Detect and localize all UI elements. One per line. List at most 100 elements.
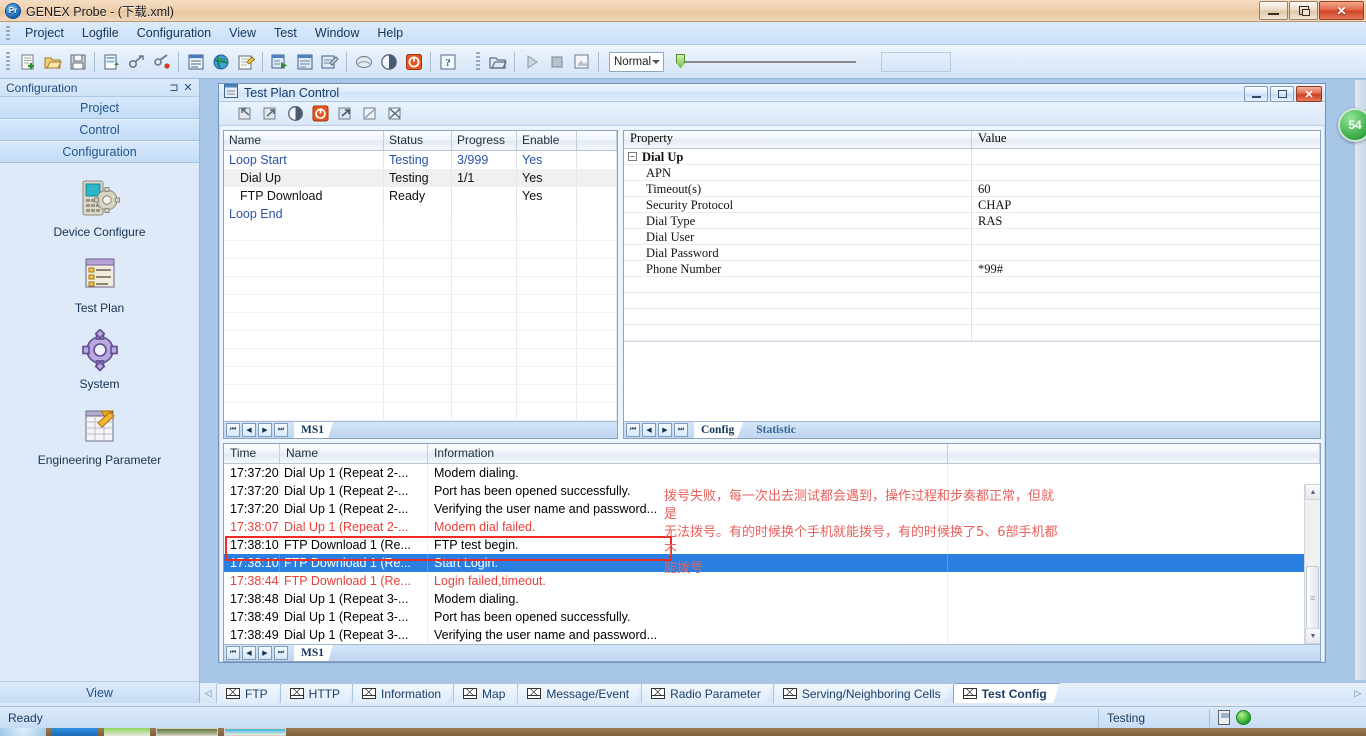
property-row[interactable]: Timeout(s) 60 (624, 181, 1320, 197)
menu-item-test[interactable]: Test (265, 23, 306, 43)
menu-item-logfile[interactable]: Logfile (73, 23, 128, 43)
stop-record-icon[interactable] (402, 50, 425, 73)
table-row[interactable]: 17:38:49 Dial Up 1 (Repeat 3-... Port ha… (224, 608, 1320, 626)
property-row[interactable]: Dial Password (624, 245, 1320, 261)
help-icon[interactable]: ? (436, 50, 459, 73)
sidebar-tab-project[interactable]: Project (0, 97, 199, 119)
nav-prev-button[interactable]: ◀ (642, 423, 656, 437)
table-row[interactable]: Loop End (224, 205, 617, 223)
tab-scroll-left-icon[interactable]: ◁ (200, 683, 216, 703)
minimize-button[interactable] (1259, 1, 1288, 20)
sidebar-tab-control[interactable]: Control (0, 119, 199, 141)
run-plan-icon[interactable] (284, 102, 307, 125)
property-value[interactable] (972, 229, 1320, 244)
tab-config[interactable]: Config (694, 422, 744, 438)
property-value[interactable]: *99# (972, 261, 1320, 276)
playback-time-field[interactable] (881, 51, 951, 72)
child-minimize-button[interactable] (1244, 86, 1268, 102)
log-grid-tab-ms1[interactable]: MS1 (294, 645, 333, 661)
property-value[interactable]: 60 (972, 181, 1320, 196)
play-icon[interactable] (520, 50, 543, 73)
open-log-icon[interactable] (486, 50, 509, 73)
scroll-up-arrow-icon[interactable]: ▲ (1305, 484, 1320, 500)
close-icon[interactable]: ✕ (181, 81, 195, 95)
scrollbar-thumb[interactable] (1306, 566, 1319, 636)
table-view-icon[interactable] (184, 50, 207, 73)
toolbar-grip-handle[interactable] (6, 51, 10, 72)
restore-button[interactable] (1289, 1, 1318, 20)
sidebar-item-device-configure[interactable]: Device Configure (0, 177, 199, 239)
nav-first-button[interactable]: ⏮ (226, 646, 240, 660)
property-row[interactable]: APN (624, 165, 1320, 181)
start-test-icon[interactable] (268, 50, 291, 73)
log-grid-body[interactable]: 17:37:20 Dial Up 1 (Repeat 2-... Modem d… (224, 464, 1320, 644)
nav-last-button[interactable]: ⏭ (274, 423, 288, 437)
menu-item-help[interactable]: Help (368, 23, 412, 43)
nav-first-button[interactable]: ⏮ (226, 423, 240, 437)
table-row[interactable]: 17:38:49 Dial Up 1 (Repeat 3-... Verifyi… (224, 626, 1320, 644)
close-button[interactable]: ✕ (1319, 1, 1364, 20)
taskbar-item[interactable] (52, 728, 98, 736)
column-header-name[interactable]: Name (224, 131, 384, 150)
sidebar-item-engineering-parameter[interactable]: Engineering Parameter (0, 405, 199, 467)
edit-plan-icon[interactable] (234, 50, 257, 73)
property-row[interactable]: Dial Type RAS (624, 213, 1320, 229)
globe-map-icon[interactable] (209, 50, 232, 73)
menu-item-configuration[interactable]: Configuration (128, 23, 220, 43)
property-row[interactable]: Phone Number *99# (624, 261, 1320, 277)
tab-statistic[interactable]: Statistic (749, 422, 805, 438)
menu-item-project[interactable]: Project (16, 23, 73, 43)
nav-prev-button[interactable]: ◀ (242, 646, 256, 660)
column-header-time[interactable]: Time (224, 444, 280, 463)
nav-first-button[interactable]: ⏮ (626, 423, 640, 437)
stop-plan-icon[interactable] (309, 102, 332, 125)
table-row[interactable]: 17:37:20 Dial Up 1 (Repeat 2-... Modem d… (224, 464, 1320, 482)
property-row[interactable]: Dial User (624, 229, 1320, 245)
clear-plan-icon[interactable] (384, 102, 407, 125)
disconnect-device-icon[interactable] (150, 50, 173, 73)
tab-ftp[interactable]: FTP (216, 683, 281, 703)
plan-grid-tab-ms1[interactable]: MS1 (294, 422, 333, 438)
taskbar-item[interactable] (104, 728, 150, 736)
export-report-icon[interactable] (100, 50, 123, 73)
tab-message-event[interactable]: Message/Event (517, 683, 643, 703)
export-plan-icon[interactable] (259, 102, 282, 125)
property-value[interactable]: CHAP (972, 197, 1320, 212)
child-close-button[interactable]: ✕ (1296, 86, 1322, 102)
column-header-status[interactable]: Status (384, 131, 452, 150)
menu-grip-handle[interactable] (6, 26, 10, 40)
save-icon[interactable] (66, 50, 89, 73)
taskbar-item[interactable] (0, 728, 46, 736)
playback-toolbar-grip[interactable] (476, 51, 480, 72)
tab-serving-neighboring-cells[interactable]: Serving/Neighboring Cells (772, 683, 954, 703)
new-file-icon[interactable] (16, 50, 39, 73)
slider-thumb[interactable] (676, 53, 685, 69)
edit-step-icon[interactable] (359, 102, 382, 125)
nav-last-button[interactable]: ⏭ (674, 423, 688, 437)
child-maximize-button[interactable] (1270, 86, 1294, 102)
open-folder-icon[interactable] (41, 50, 64, 73)
column-header-property[interactable]: Property (624, 131, 972, 148)
column-header-enable[interactable]: Enable (517, 131, 577, 150)
layer-icon[interactable] (352, 50, 375, 73)
table-row[interactable]: Dial Up Testing 1/1 Yes (224, 169, 617, 187)
column-header-information[interactable]: Information (428, 444, 948, 463)
move-out-icon[interactable] (334, 102, 357, 125)
sidebar-item-test-plan[interactable]: Test Plan (0, 253, 199, 315)
log-vertical-scrollbar[interactable]: ▲ ▼ (1304, 484, 1320, 644)
import-plan-icon[interactable] (234, 102, 257, 125)
menu-item-view[interactable]: View (220, 23, 265, 43)
table-row[interactable]: 17:38:48 Dial Up 1 (Repeat 3-... Modem d… (224, 590, 1320, 608)
overlay-count-badge[interactable]: 54 (1338, 108, 1366, 142)
nav-prev-button[interactable]: ◀ (242, 423, 256, 437)
tab-scroll-right-icon[interactable]: ▷ (1350, 683, 1366, 703)
nav-next-button[interactable]: ▶ (258, 646, 272, 660)
nav-last-button[interactable]: ⏭ (274, 646, 288, 660)
tab-information[interactable]: Information (352, 683, 455, 703)
property-value[interactable] (972, 165, 1320, 180)
table-row[interactable]: FTP Download Ready Yes (224, 187, 617, 205)
column-header-value[interactable]: Value (972, 131, 1320, 148)
playback-speed-select[interactable]: Normal (609, 51, 664, 72)
sidebar-footer-view-button[interactable]: View (0, 681, 199, 703)
column-header-progress[interactable]: Progress (452, 131, 517, 150)
